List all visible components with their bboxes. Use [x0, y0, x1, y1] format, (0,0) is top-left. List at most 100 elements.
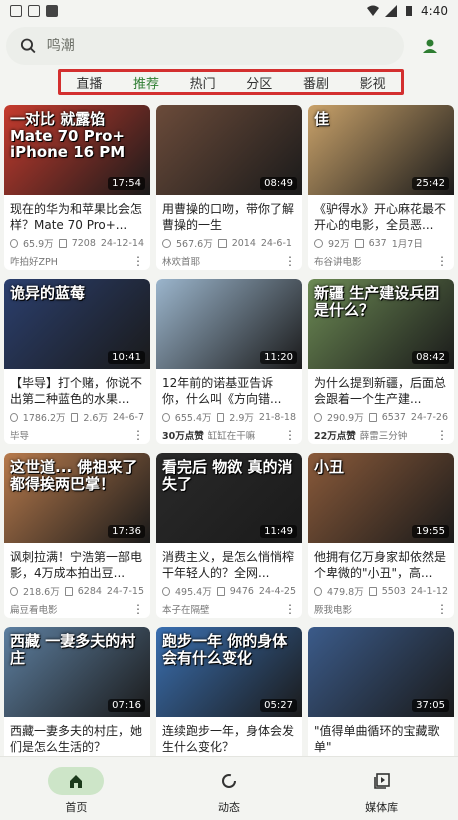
more-options-icon[interactable]: ⋮	[436, 254, 448, 268]
tab-1[interactable]: 推荐	[129, 73, 163, 92]
nav-item-1[interactable]: 动态	[179, 767, 279, 815]
more-options-icon[interactable]: ⋮	[436, 602, 448, 616]
more-options-icon[interactable]: ⋮	[284, 254, 296, 268]
library-icon	[354, 767, 410, 795]
video-stats: 218.6万 6284 24-7-15	[4, 581, 150, 598]
author-name[interactable]: 本子在隔壁	[162, 602, 210, 616]
author-row: 30万点赞 缸缸在干嘛 ⋮	[156, 424, 302, 442]
author-row: 毕导 ⋮	[4, 424, 150, 442]
tab-0[interactable]: 直播	[72, 73, 106, 92]
nav-label: 首页	[65, 801, 88, 814]
video-thumbnail[interactable]: 新疆 生产建设兵团 是什么？ 08:42	[308, 279, 454, 369]
danmaku-count: 2.9万	[229, 413, 254, 424]
view-count: 290.9万	[327, 413, 364, 424]
publish-date: 24-4-25	[258, 585, 296, 597]
profile-button[interactable]	[412, 28, 448, 64]
danmaku-icon	[368, 586, 377, 596]
thumbnail-caption: 这世道... 佛祖来了 都得挨两巴掌！	[10, 458, 138, 493]
video-card[interactable]: 11:20 12年前的诺基亚告诉你，什么叫《方向错... 655.4万 2.9万 21-…	[156, 279, 302, 444]
danmaku-icon	[216, 412, 225, 422]
author-name[interactable]: 咋拍好ZPH	[10, 254, 58, 268]
signal-icon	[385, 5, 398, 17]
video-card[interactable]: 小丑 19:55 他拥有亿万身家却依然是个卑微的"小丑"，高... 479.8万 550…	[308, 453, 454, 618]
search-bar[interactable]	[6, 27, 404, 65]
search-input[interactable]	[46, 38, 390, 54]
video-stats: 655.4万 2.9万 21-8-18	[156, 407, 302, 424]
video-card[interactable]: 佳 25:42 《驴得水》开心麻花最不开心的电影，全员恶... 92万 637 1月7日布…	[308, 105, 454, 270]
author-name[interactable]: 薛雷三分钟	[360, 428, 408, 442]
tab-4[interactable]: 番剧	[299, 73, 333, 92]
video-thumbnail[interactable]: 诡异的蓝莓 10:41	[4, 279, 150, 369]
author-name[interactable]: 布谷讲电影	[314, 254, 362, 268]
thumbnail-caption: 诡异的蓝莓	[10, 284, 86, 302]
video-title: 他拥有亿万身家却依然是个卑微的"小丑"，高...	[314, 550, 447, 580]
author-name[interactable]: 缸缸在干嘛	[208, 428, 256, 442]
more-options-icon[interactable]: ⋮	[284, 428, 296, 442]
view-count: 567.6万	[176, 239, 213, 250]
video-card[interactable]: 这世道... 佛祖来了 都得挨两巴掌！ 17:36 讽刺拉满！宁浩第一部电影，4万成…	[4, 453, 150, 618]
author-row: 布谷讲电影 ⋮	[308, 250, 454, 268]
author-row: 本子在隔壁 ⋮	[156, 598, 302, 616]
view-count: 655.4万	[174, 413, 212, 424]
video-thumbnail[interactable]: 08:49	[156, 105, 302, 195]
video-thumbnail[interactable]: 11:20	[156, 279, 302, 369]
video-card[interactable]: 08:49 用曹操的口吻，带你了解曹操的一生 567.6万 2014 24-6-1 林欢首…	[156, 105, 302, 270]
video-title: 《驴得水》开心麻花最不开心的电影，全员恶...	[314, 202, 447, 232]
thumbnail-caption: 小丑	[314, 458, 345, 476]
battery-icon	[406, 6, 413, 16]
author-name[interactable]: 毕导	[10, 428, 29, 442]
video-card[interactable]: 西藏 一妻多夫的村庄 07:16 西藏一妻多夫的村庄，她们是怎么生活的？	[4, 627, 150, 756]
thumbnail-caption: 跑步一年 你的身体 会有什么变化	[162, 632, 288, 667]
duration-badge: 08:42	[412, 351, 449, 364]
status-bar: 4:40	[0, 0, 458, 22]
video-card[interactable]: 跑步一年 你的身体 会有什么变化 05:27 连续跑步一年，身体会发生什么变化？	[156, 627, 302, 756]
more-options-icon[interactable]: ⋮	[132, 428, 144, 442]
thumbnail-caption: 西藏 一妻多夫的村庄	[10, 632, 136, 667]
view-count: 218.6万	[23, 587, 60, 598]
video-thumbnail[interactable]: 西藏 一妻多夫的村庄 07:16	[4, 627, 150, 717]
more-options-icon[interactable]: ⋮	[436, 428, 448, 442]
video-thumbnail[interactable]: 看完后 物欲 真的消失了 11:49	[156, 453, 302, 543]
tab-5[interactable]: 影视	[356, 73, 390, 92]
tab-2[interactable]: 热门	[186, 73, 220, 92]
tab-bar-wrap: 直播 推荐 热门 分区 番剧 影视	[0, 66, 458, 98]
play-count-icon	[314, 412, 323, 422]
thumbnail-caption: 佳	[314, 110, 330, 128]
danmaku-count: 2.6万	[83, 413, 108, 424]
video-card[interactable]: 新疆 生产建设兵团 是什么？ 08:42 为什么提到新疆，后面总会跟着一个生产建..…	[308, 279, 454, 444]
wifi-icon	[367, 5, 380, 16]
video-thumbnail[interactable]: 这世道... 佛祖来了 都得挨两巴掌！ 17:36	[4, 453, 150, 543]
more-options-icon[interactable]: ⋮	[132, 602, 144, 616]
more-options-icon[interactable]: ⋮	[132, 254, 144, 268]
author-name[interactable]: 扁豆看电影	[10, 602, 58, 616]
bottom-navigation: 首页 动态 媒体库	[0, 756, 458, 820]
search-row	[0, 22, 458, 66]
more-options-icon[interactable]: ⋮	[284, 602, 296, 616]
video-card[interactable]: 诡异的蓝莓 10:41 【毕导】打个赌，你说不出第二种蓝色的水果... 1786.2万…	[4, 279, 150, 444]
danmaku-icon	[354, 238, 364, 248]
play-count-icon	[162, 412, 170, 422]
view-count: 92万	[328, 239, 350, 250]
publish-date: 21-8-18	[258, 411, 296, 423]
video-feed[interactable]: 一对比 就露馅 Mate 70 Pro+ iPhone 16 PM 17:54 现在…	[4, 105, 454, 756]
tab-3[interactable]: 分区	[242, 73, 276, 92]
video-stats: 65.9万 7208 24-12-14	[4, 233, 150, 250]
video-thumbnail[interactable]: 37:05	[308, 627, 454, 717]
nav-item-0[interactable]: 首页	[26, 767, 126, 815]
author-name[interactable]: 厥我电影	[314, 602, 352, 616]
danmaku-icon	[368, 412, 377, 422]
publish-date: 24-7-26	[410, 411, 448, 423]
video-card[interactable]: 看完后 物欲 真的消失了 11:49 消费主义，是怎么悄悄榨干年轻人的？全网... 4…	[156, 453, 302, 618]
clock: 4:40	[421, 4, 448, 18]
nav-item-2[interactable]: 媒体库	[332, 767, 432, 815]
video-card[interactable]: 37:05 "值得单曲循环的宝藏歌单"	[308, 627, 454, 756]
video-thumbnail[interactable]: 跑步一年 你的身体 会有什么变化 05:27	[156, 627, 302, 717]
video-thumbnail[interactable]: 佳 25:42	[308, 105, 454, 195]
danmaku-count: 5503	[381, 585, 406, 597]
likes-badge: 30万点赞	[162, 431, 204, 442]
author-name[interactable]: 林欢首耶	[162, 254, 200, 268]
video-thumbnail[interactable]: 一对比 就露馅 Mate 70 Pro+ iPhone 16 PM 17:54	[4, 105, 150, 195]
video-card[interactable]: 一对比 就露馅 Mate 70 Pro+ iPhone 16 PM 17:54 现在…	[4, 105, 150, 270]
search-icon	[20, 38, 36, 54]
video-thumbnail[interactable]: 小丑 19:55	[308, 453, 454, 543]
